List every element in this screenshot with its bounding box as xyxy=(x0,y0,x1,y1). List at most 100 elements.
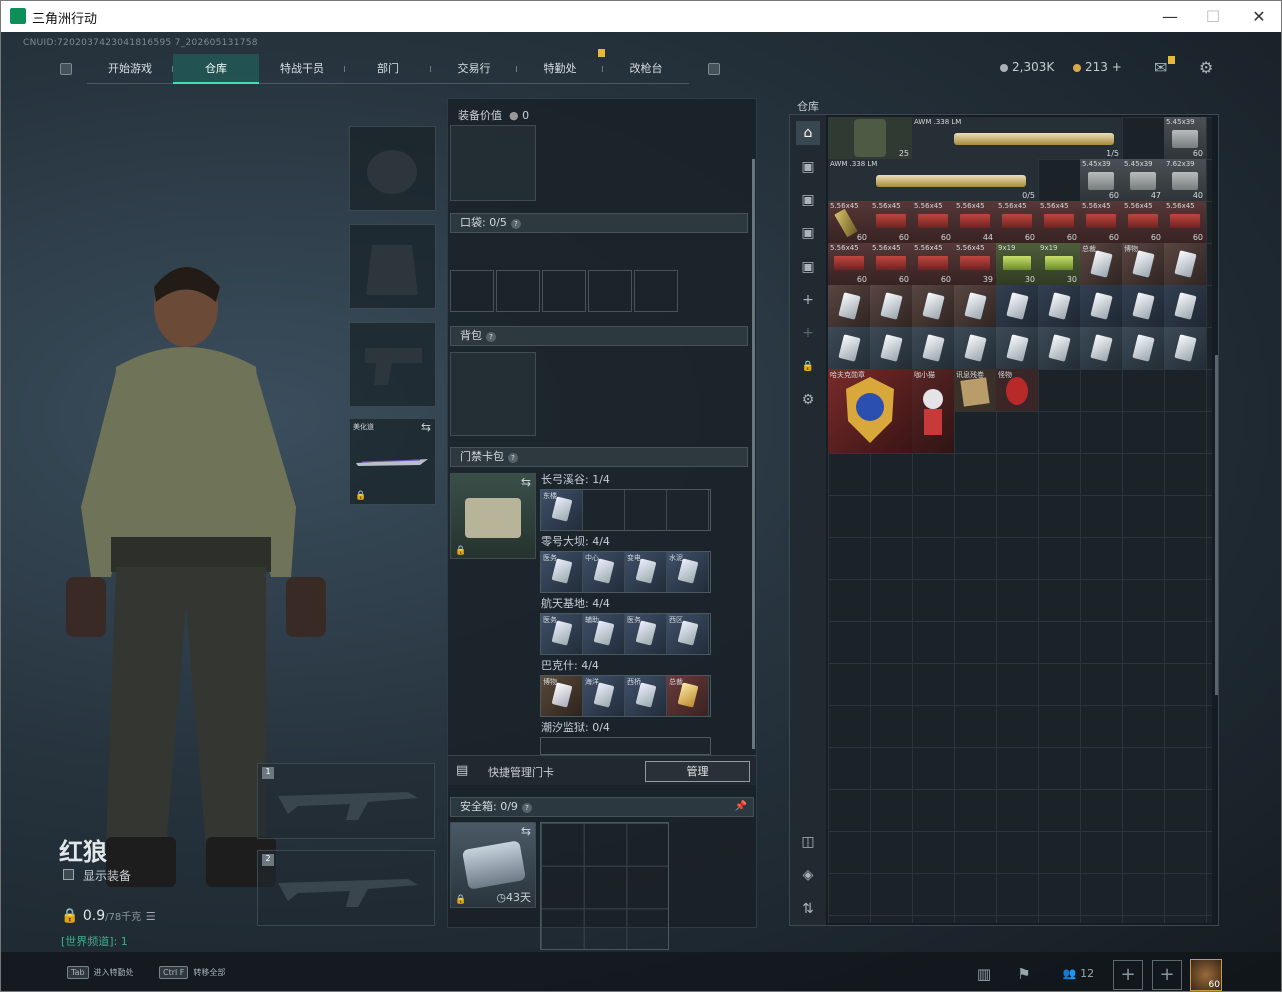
tab-gunsmith[interactable]: 改枪台 xyxy=(603,54,689,84)
warehouse-item[interactable]: 9x19 30 xyxy=(996,243,1038,285)
add-squad-member-1[interactable]: + xyxy=(1113,960,1143,990)
keycard-slot[interactable]: 西区 xyxy=(667,614,709,654)
warehouse-item[interactable]: 25 xyxy=(828,117,912,159)
warehouse-item[interactable] xyxy=(954,327,996,369)
pistol-slot[interactable] xyxy=(349,322,436,407)
warehouse-item[interactable] xyxy=(870,327,912,369)
warehouse-item[interactable]: 5.56x45 60 xyxy=(1080,201,1122,243)
warehouse-item[interactable] xyxy=(912,285,954,327)
close-button[interactable]: ✕ xyxy=(1236,4,1281,29)
warehouse-item[interactable] xyxy=(828,327,870,369)
pocket-slot-5[interactable] xyxy=(634,270,678,312)
keycard-slot[interactable] xyxy=(667,490,709,530)
swap-icon[interactable]: ⇆ xyxy=(521,475,531,489)
safe-box-grid[interactable] xyxy=(540,822,669,950)
portrait-icon[interactable]: ◫ xyxy=(796,830,820,854)
warehouse-item[interactable]: 7.62x39 40 xyxy=(1164,159,1206,201)
keycard-slot[interactable]: 变电 xyxy=(625,552,667,592)
settings-gear-icon[interactable]: ⚙ xyxy=(796,388,820,412)
warehouse-item[interactable]: 5.56x45 60 xyxy=(912,201,954,243)
keycard-slot[interactable]: 辅助 xyxy=(583,614,625,654)
hint-transfer-all[interactable]: Ctrl F 转移全部 xyxy=(159,966,225,979)
help-icon[interactable]: ? xyxy=(521,803,532,813)
warehouse-item[interactable]: 5.56x45 60 xyxy=(1122,201,1164,243)
panel-scrollbar[interactable] xyxy=(752,159,755,749)
warehouse-item[interactable] xyxy=(1164,285,1206,327)
warehouse-grid[interactable]: 25 AWM .338 LM 1/5 5.45x39 60 AWM .338 LM 0… xyxy=(828,117,1212,923)
tab-department[interactable]: 部门 xyxy=(345,54,431,84)
tab-operators[interactable]: 特战干员 xyxy=(259,54,345,84)
warehouse-item[interactable]: 5.56x45 60 xyxy=(870,201,912,243)
minimize-button[interactable]: — xyxy=(1147,4,1193,29)
keycard-slot[interactable]: 东楼 xyxy=(541,490,583,530)
pocket-slot-1[interactable] xyxy=(450,270,494,312)
list-icon[interactable]: ☰ xyxy=(146,910,156,923)
warehouse-item[interactable] xyxy=(954,285,996,327)
nav-prev-key-icon[interactable] xyxy=(60,63,72,75)
flag-icon[interactable]: ⚑ xyxy=(1009,961,1039,987)
swap-icon[interactable]: ⇆ xyxy=(521,824,531,838)
tab-warehouse[interactable]: 仓库 xyxy=(173,54,259,84)
storage-tab-3-icon[interactable]: ▣ xyxy=(796,221,820,245)
warehouse-item[interactable]: 5.56x45 60 xyxy=(912,243,954,285)
warehouse-item[interactable]: 5.56x45 60 xyxy=(1038,201,1080,243)
tab-special-ops[interactable]: 特勤处 xyxy=(517,54,603,84)
maximize-button[interactable]: ☐ xyxy=(1190,4,1236,29)
storage-tab-4-icon[interactable]: ▣ xyxy=(796,255,820,279)
mail-icon[interactable]: ✉ xyxy=(1154,58,1167,77)
warehouse-item[interactable]: 哈夫克勋章 xyxy=(828,369,912,453)
helmet-slot[interactable] xyxy=(349,126,436,211)
storage-tab-1-icon[interactable]: ▣ xyxy=(796,155,820,179)
help-icon[interactable]: ? xyxy=(510,219,521,229)
keycard-slot[interactable]: 总裁 xyxy=(667,676,709,716)
warehouse-item[interactable]: 5.56x45 60 xyxy=(1164,201,1206,243)
avatar[interactable]: 60 xyxy=(1190,959,1222,991)
keycard-slot[interactable]: 水泥 xyxy=(667,552,709,592)
keycard-slot[interactable]: 博物 xyxy=(541,676,583,716)
layers-icon[interactable]: ◈ xyxy=(796,863,820,887)
warehouse-item[interactable]: 5.56x45 60 xyxy=(996,201,1038,243)
backpack-slot[interactable] xyxy=(450,352,536,436)
warehouse-item[interactable] xyxy=(1164,243,1206,285)
warehouse-item[interactable]: 5.56x45 60 xyxy=(828,201,870,243)
warehouse-item[interactable]: 5.56x45 44 xyxy=(954,201,996,243)
tab-trading[interactable]: 交易行 xyxy=(431,54,517,84)
warehouse-item[interactable] xyxy=(1038,285,1080,327)
pocket-slot-4[interactable] xyxy=(588,270,632,312)
nav-next-key-icon[interactable] xyxy=(708,63,720,75)
keycard-slot[interactable] xyxy=(625,490,667,530)
warehouse-item[interactable] xyxy=(996,327,1038,369)
warehouse-scrollbar[interactable] xyxy=(1215,355,1218,695)
warehouse-item[interactable] xyxy=(996,285,1038,327)
warehouse-item[interactable]: 5.56x45 39 xyxy=(954,243,996,285)
keycard-slot[interactable] xyxy=(583,490,625,530)
keycard-slot[interactable]: 海洋 xyxy=(583,676,625,716)
add-tab-icon[interactable]: + xyxy=(796,288,820,312)
warehouse-item[interactable]: 博物 xyxy=(1122,243,1164,285)
keycard-slot[interactable]: 医务 xyxy=(541,614,583,654)
primary-weapon-slot[interactable]: 1 xyxy=(257,763,435,839)
warehouse-item[interactable]: 总裁 xyxy=(1080,243,1122,285)
warehouse-item[interactable] xyxy=(1164,327,1206,369)
chest-rig-slot[interactable] xyxy=(450,125,536,201)
keycard-slot[interactable]: 中心 xyxy=(583,552,625,592)
storage-tab-2-icon[interactable]: ▣ xyxy=(796,188,820,212)
warehouse-item[interactable]: 怪物 xyxy=(996,369,1038,411)
warehouse-item[interactable]: 5.45x39 60 xyxy=(1164,117,1206,159)
armor-slot[interactable] xyxy=(349,224,436,309)
currency-gems[interactable]: 213 + xyxy=(1073,60,1122,74)
warehouse-item[interactable]: 咖小猫 xyxy=(912,369,954,453)
keycard-pack-slot[interactable]: ⇆ 🔒 xyxy=(450,473,536,559)
help-icon[interactable]: ? xyxy=(486,332,496,342)
keycard-slot[interactable]: 西桥 xyxy=(625,676,667,716)
pocket-slot-2[interactable] xyxy=(496,270,540,312)
melee-slot[interactable]: 美化道 ⇆ 🔒 xyxy=(349,418,436,505)
warehouse-item[interactable] xyxy=(1122,327,1164,369)
warehouse-item[interactable]: 5.45x39 47 xyxy=(1122,159,1164,201)
secondary-weapon-slot[interactable]: 2 xyxy=(257,850,435,926)
sort-icon[interactable]: ⇅ xyxy=(796,897,820,921)
warehouse-item[interactable] xyxy=(1080,327,1122,369)
swap-icon[interactable]: ⇆ xyxy=(421,420,431,434)
warehouse-item[interactable] xyxy=(1038,327,1080,369)
warehouse-item[interactable]: 5.56x45 60 xyxy=(870,243,912,285)
